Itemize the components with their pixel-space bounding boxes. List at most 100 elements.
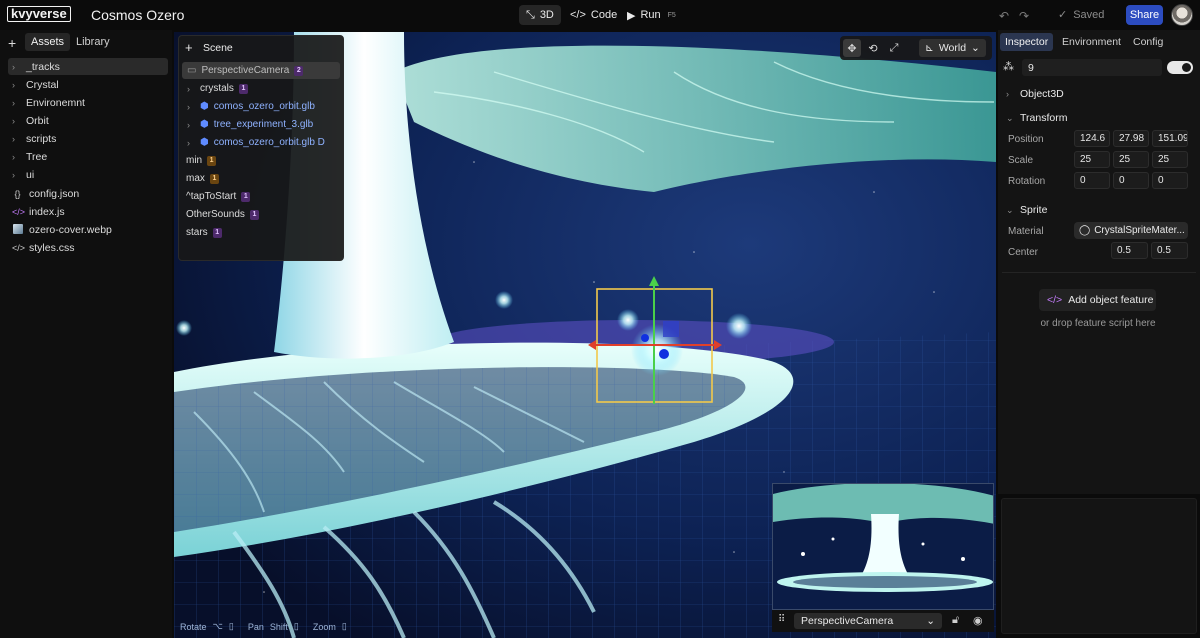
camera-preview <box>772 483 994 610</box>
lower-panel <box>1001 498 1197 634</box>
asset-file-index[interactable]: </> index.js <box>8 203 168 220</box>
mode-3d-button[interactable]: ⤡ 3D <box>519 5 561 25</box>
scale-x-input[interactable]: 25 <box>1074 151 1110 168</box>
check-icon: ✓ <box>1058 9 1068 21</box>
mouse-icon: ▯ <box>228 621 234 631</box>
chevron-down-icon: ⌄ <box>926 615 935 627</box>
scene-item-max[interactable]: max 1 <box>186 170 219 187</box>
redo-icon[interactable]: ↷ <box>1019 9 1029 23</box>
asset-folder-ui[interactable]: › ui <box>8 166 168 183</box>
asset-folder-orbit[interactable]: › Orbit <box>8 112 168 129</box>
count-badge: 1 <box>241 191 251 202</box>
count-badge: 1 <box>209 173 219 184</box>
move-tool-icon[interactable]: ✥ <box>843 39 861 57</box>
app-logo[interactable]: kvyverse <box>7 6 71 22</box>
section-transform[interactable]: ⌄ Transform <box>1006 112 1067 124</box>
scale-label: Scale <box>1008 155 1034 166</box>
drop-feature-hint: or drop feature script here <box>1040 318 1156 329</box>
asset-label: Orbit <box>26 114 49 127</box>
mode-code-label: Code <box>590 9 618 21</box>
pan-hint: Pan <box>247 621 264 632</box>
chevron-right-icon: › <box>12 97 15 108</box>
scene-item-label: comos_ozero_orbit.glb <box>213 101 315 112</box>
scene-item-orbit-glb-d[interactable]: › ⬢ comos_ozero_orbit.glb D <box>187 134 325 151</box>
rotate-tool-icon[interactable]: ⟲ <box>864 39 882 57</box>
asset-file-cover[interactable]: ozero-cover.webp <box>8 221 168 238</box>
rotate-hint: Rotate <box>180 621 207 632</box>
scale-y-input[interactable]: 25 <box>1113 151 1149 168</box>
preview-camera-select[interactable]: PerspectiveCamera ⌄ <box>794 613 942 629</box>
rotation-y-input[interactable]: 0 <box>1113 172 1149 189</box>
transform-icon: ⤡ <box>526 8 535 21</box>
center-y-input[interactable]: 0.5 <box>1151 242 1188 259</box>
scene-item-min[interactable]: min 1 <box>186 152 217 169</box>
chevron-right-icon: › <box>12 169 15 180</box>
drag-handle-icon[interactable]: ⠿ <box>778 614 785 625</box>
asset-label: Tree <box>26 150 48 163</box>
chevron-down-icon: ⌄ <box>1006 204 1014 215</box>
position-y-input[interactable]: 27.98 <box>1113 130 1149 147</box>
share-button[interactable]: Share <box>1126 5 1163 25</box>
space-select[interactable]: ⊾ World ⌄ <box>919 39 986 57</box>
scene-item-label: max <box>186 173 205 184</box>
scale-z-input[interactable]: 25 <box>1152 151 1188 168</box>
scene-item-crystals[interactable]: › crystals 1 <box>187 80 248 97</box>
add-object-feature-button[interactable]: </> Add object feature <box>1039 289 1156 311</box>
center-x-input[interactable]: 0.5 <box>1111 242 1148 259</box>
rotation-z-input[interactable]: 0 <box>1152 172 1188 189</box>
position-z-input[interactable]: 151.09 <box>1152 130 1188 147</box>
rotation-x-input[interactable]: 0 <box>1074 172 1110 189</box>
material-select[interactable]: ◯ CrystalSpriteMater... <box>1074 222 1188 239</box>
tab-config[interactable]: Config <box>1128 33 1168 51</box>
section-sprite[interactable]: ⌄ Sprite <box>1006 204 1047 216</box>
asset-label: ozero-cover.webp <box>29 223 112 236</box>
chevron-right-icon: › <box>12 61 15 72</box>
object-name-input[interactable]: 9 <box>1022 59 1162 76</box>
scene-item-stars[interactable]: stars 1 <box>186 224 222 241</box>
chevron-right-icon: › <box>1006 89 1009 99</box>
undo-icon[interactable]: ↶ <box>999 9 1009 23</box>
asset-file-styles[interactable]: </> styles.css <box>8 239 168 256</box>
asset-folder-crystal[interactable]: › Crystal <box>8 76 168 93</box>
scene-item-tree-glb[interactable]: › ⬢ tree_experiment_3.glb <box>187 116 313 133</box>
tab-inspector[interactable]: Inspector <box>1000 33 1054 51</box>
option-key-icon: ⌥ <box>212 621 223 631</box>
position-x-input[interactable]: 124.6 <box>1074 130 1110 147</box>
add-icon[interactable]: + <box>8 35 16 51</box>
mouse-icon: ▯ <box>293 621 299 631</box>
eye-icon[interactable]: ◉ <box>973 614 983 627</box>
lock-icon[interactable]: 🔓︎ <box>952 614 959 627</box>
project-title[interactable]: Cosmos Ozero <box>91 7 184 23</box>
asset-label: _tracks <box>26 60 60 73</box>
chevron-right-icon: › <box>187 137 190 148</box>
json-file-icon: {} <box>14 188 21 199</box>
section-label: Sprite <box>1020 204 1048 216</box>
navigation-hints: Rotate ⌥ ▯ Pan Shift ▯ Zoom ▯ <box>180 621 347 632</box>
mode-code-button[interactable]: </> Code <box>563 5 624 25</box>
asset-label: Environemnt <box>26 96 85 109</box>
avatar[interactable] <box>1171 4 1193 26</box>
asset-file-config[interactable]: {} config.json <box>8 185 168 202</box>
scene-item-label: stars <box>186 227 208 238</box>
section-object3d[interactable]: › Object3D <box>1006 88 1064 100</box>
add-feature-label: Add object feature <box>1068 294 1154 306</box>
add-object-icon[interactable]: + <box>185 40 193 55</box>
asset-folder-tree[interactable]: › Tree <box>8 148 168 165</box>
tab-environment[interactable]: Environment <box>1057 33 1126 51</box>
scale-tool-icon[interactable]: ⤢ <box>885 39 903 57</box>
scene-item-orbit-glb[interactable]: › ⬢ comos_ozero_orbit.glb <box>187 98 315 115</box>
chevron-down-icon: ⌄ <box>971 42 980 54</box>
scene-item-camera[interactable]: ▭ PerspectiveCamera 2 <box>182 62 340 79</box>
asset-folder-tracks[interactable]: › _tracks <box>8 58 168 75</box>
code-icon: </> <box>1047 294 1063 306</box>
tab-library[interactable]: Library <box>70 33 116 51</box>
asset-folder-environemnt[interactable]: › Environemnt <box>8 94 168 111</box>
run-button[interactable]: ▶ Run F5 <box>620 5 683 25</box>
scene-item-othersounds[interactable]: OtherSounds 1 <box>186 206 259 223</box>
asset-folder-scripts[interactable]: › scripts <box>8 130 168 147</box>
rotation-label: Rotation <box>1008 176 1046 187</box>
cube-icon: ⬢ <box>200 101 209 112</box>
scene-item-taptostart[interactable]: ^tapToStart 1 <box>186 188 251 205</box>
visibility-toggle[interactable] <box>1167 61 1193 74</box>
tab-assets[interactable]: Assets <box>25 33 71 51</box>
